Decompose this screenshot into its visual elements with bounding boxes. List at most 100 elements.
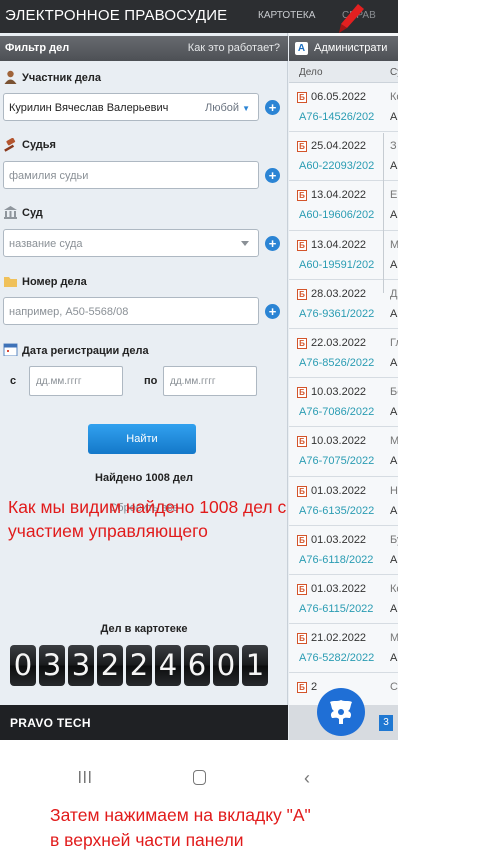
result-court: А (390, 455, 398, 468)
case-number-input[interactable]: например, А50-5568/08 (3, 297, 259, 325)
participant-role-select[interactable]: Любой ▼ (205, 102, 250, 114)
result-row[interactable]: Б 06.05.2022 А76-14526/202 Ко А (289, 83, 398, 133)
result-case-link[interactable]: А76-14526/202 (299, 111, 374, 123)
result-case-link[interactable]: А76-6135/2022 (299, 505, 374, 517)
result-participant: Д (390, 287, 398, 300)
result-row[interactable]: Б 13.04.2022 А60-19591/202 М А (289, 231, 398, 280)
participant-value: Курилин Вячеслав Валерьевич (9, 102, 169, 114)
result-row[interactable]: Б 21.02.2022 А76-5282/2022 М А (289, 624, 398, 674)
result-case-link[interactable]: А76-7075/2022 (299, 455, 374, 467)
date-to-input[interactable]: дд.мм.гггг (163, 366, 257, 396)
result-case-link[interactable]: А76-6118/2022 (299, 554, 373, 566)
result-case-link[interactable]: А76-9361/2022 (299, 308, 374, 320)
result-case-link[interactable]: А60-19606/202 (299, 209, 374, 221)
bankruptcy-badge-icon: Б (297, 239, 307, 251)
result-participant: Бу (390, 533, 398, 546)
bankruptcy-badge-icon: Б (297, 387, 307, 399)
result-row[interactable]: Б 28.03.2022 А76-9361/2022 Д А (289, 280, 398, 329)
add-court-button[interactable]: + (265, 236, 280, 251)
participant-field[interactable]: Курилин Вячеслав Валерьевич Любой ▼ (3, 93, 259, 121)
brand-title: ЭЛЕКТРОННОЕ ПРАВОСУДИЕ (5, 7, 228, 24)
gavel-icon (4, 138, 16, 152)
filter-title: Фильтр дел (5, 42, 70, 54)
result-date: 10.03.2022 (311, 435, 367, 448)
back-icon[interactable]: ‹ (304, 768, 310, 789)
add-judge-button[interactable]: + (265, 168, 280, 183)
court-building-icon (4, 206, 17, 219)
participant-label: Участник дела (22, 72, 102, 84)
judge-label: Судья (22, 139, 56, 151)
annotation-tab-note-line2: в верхней части панели (50, 830, 244, 850)
bankruptcy-badge-icon: Б (297, 92, 307, 103)
court-label: Суд (22, 207, 43, 219)
page-button[interactable]: 3 (379, 715, 393, 731)
date-from-input[interactable]: дд.мм.гггг (29, 366, 123, 396)
add-case-number-button[interactable]: + (265, 304, 280, 319)
result-participant: М (390, 632, 398, 645)
result-date: 13.04.2022 (311, 189, 367, 202)
result-participant: М (390, 435, 398, 448)
result-date: 06.05.2022 (311, 91, 367, 103)
counter-digit: 6 (184, 645, 210, 686)
person-icon (4, 70, 17, 84)
result-court: А (390, 209, 398, 222)
result-participant: На (390, 484, 398, 497)
result-court: А (390, 602, 398, 615)
result-date: 10.03.2022 (311, 386, 367, 399)
result-row[interactable]: Б 22.03.2022 А76-8526/2022 Гл А (289, 329, 398, 379)
court-select[interactable]: название суда (3, 229, 259, 257)
date-label: Дата регистрации дела (22, 345, 149, 357)
result-court: А (390, 406, 398, 419)
judge-input[interactable]: фамилия судьи (3, 161, 259, 189)
result-case-link[interactable]: А76-6115/2022 (299, 603, 373, 615)
result-participant: М (390, 238, 398, 251)
how-it-works-link[interactable]: Как это работает? (188, 42, 280, 54)
eagle-emblem-icon (330, 700, 352, 724)
counter-digit: 2 (126, 645, 152, 686)
result-date: 22.03.2022 (311, 336, 367, 349)
result-date: 01.03.2022 (311, 582, 367, 595)
result-row[interactable]: Б 01.03.2022 А76-6118/2022 Бу А (289, 526, 398, 575)
find-button[interactable]: Найти (88, 424, 196, 454)
counter-digit: 3 (68, 645, 94, 686)
calendar-icon (3, 343, 18, 356)
result-case-link[interactable]: А76-8526/2022 (299, 357, 374, 369)
result-row[interactable]: Б 01.03.2022 А76-6135/2022 На А (289, 477, 398, 526)
court-placeholder: название суда (9, 238, 83, 250)
case-number-placeholder: например, А50-5568/08 (9, 306, 129, 318)
result-case-link[interactable]: А76-7086/2022 (299, 406, 374, 418)
home-icon[interactable] (193, 770, 206, 785)
bankruptcy-badge-icon: Б (297, 633, 307, 645)
result-participant: Ко (390, 582, 398, 595)
tab-administrative[interactable]: A Администрати (289, 36, 398, 61)
result-date: 13.04.2022 (311, 238, 367, 251)
column-court: Су (390, 67, 398, 78)
result-row[interactable]: Б 13.04.2022 А60-19606/202 Е А (289, 181, 398, 231)
bankruptcy-badge-icon: Б (297, 190, 307, 202)
tab-kartoteka[interactable]: КАРТОТЕКА (258, 10, 315, 21)
result-case-link[interactable]: А76-5282/2022 (299, 652, 374, 664)
result-row[interactable]: Б 10.03.2022 А76-7086/2022 Бе А (289, 378, 398, 428)
date-to-label: по (144, 375, 158, 387)
result-case-link[interactable]: А60-19591/202 (299, 259, 374, 271)
bankruptcy-badge-icon: Б (297, 583, 307, 595)
result-date: 01.03.2022 (311, 484, 367, 497)
result-court: А (390, 356, 398, 369)
result-row[interactable]: Б 10.03.2022 А76-7075/2022 М А (289, 427, 398, 477)
recent-apps-icon[interactable] (78, 770, 92, 784)
participant-role-label: Любой (204, 102, 240, 114)
court-dropdown-icon (241, 241, 249, 246)
annotation-tab-note-line1: Затем нажимаем на вкладку "А" (50, 805, 311, 825)
result-case-link[interactable]: А60-22093/202 (299, 160, 374, 172)
pravo-tech-logo: PRAVO TECH (10, 716, 91, 730)
result-participant: Сп (390, 681, 398, 694)
result-date: 01.03.2022 (311, 533, 367, 546)
counter-digit: 0 (213, 645, 239, 686)
bankruptcy-badge-icon: Б (297, 436, 307, 448)
tab-a-icon: A (295, 42, 308, 55)
result-row[interactable]: Б 25.04.2022 А60-22093/202 З А (289, 132, 398, 182)
emblem-floating-button[interactable] (317, 688, 365, 736)
result-row[interactable]: Б 01.03.2022 А76-6115/2022 Ко А (289, 575, 398, 625)
results-divider (383, 133, 384, 293)
add-participant-button[interactable]: + (265, 100, 280, 115)
